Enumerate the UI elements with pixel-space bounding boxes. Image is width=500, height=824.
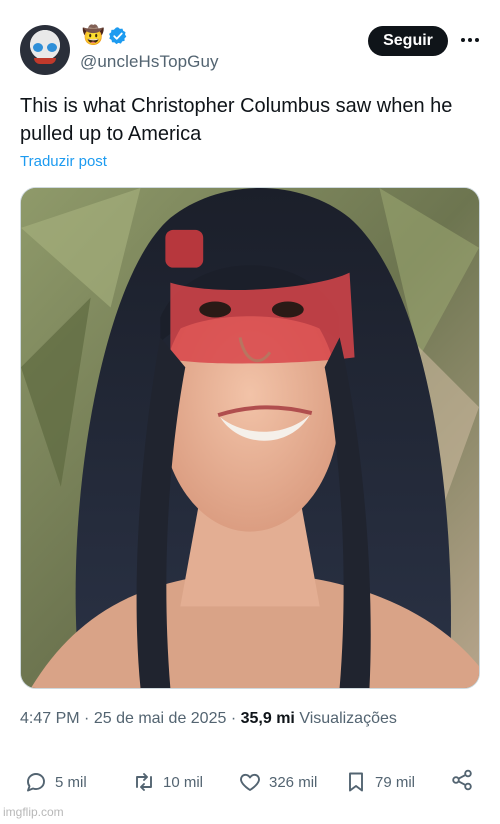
bookmark-button[interactable]: 79 mil: [344, 768, 415, 796]
post-header: 🤠 @uncleHsTopGuy Seguir: [0, 0, 500, 90]
repost-button[interactable]: 10 mil: [132, 768, 203, 796]
heart-icon: [240, 773, 260, 791]
reply-button[interactable]: 5 mil: [24, 768, 87, 796]
post-metadata: 4:47 PM · 25 de mai de 2025 · 35,9 mi Vi…: [20, 710, 397, 728]
post-photo[interactable]: [20, 187, 480, 689]
reply-icon: [27, 773, 45, 792]
post-date[interactable]: 25 de mai de 2025: [94, 710, 227, 727]
meta-separator: ·: [230, 710, 237, 727]
avatar[interactable]: [20, 25, 70, 75]
like-count: 326 mil: [269, 773, 318, 791]
repost-count: 10 mil: [163, 773, 204, 791]
avatar-eye: [47, 43, 57, 52]
views-count: 35,9 mi: [240, 710, 295, 727]
author-handle[interactable]: @uncleHsTopGuy: [80, 52, 219, 72]
reply-count: 5 mil: [55, 773, 87, 791]
share-icon[interactable]: [450, 768, 474, 792]
like-button[interactable]: 326 mil: [238, 768, 317, 796]
post-text: This is what Christopher Columbus saw wh…: [20, 95, 453, 145]
avatar-mouth: [34, 58, 56, 64]
action-bar: 5 mil 10 mil 326 mil 79 mil: [0, 760, 500, 804]
post-time[interactable]: 4:47 PM: [20, 710, 80, 727]
more-options-icon[interactable]: [458, 28, 482, 52]
translate-post-link[interactable]: Traduzir post: [20, 153, 107, 170]
bookmark-icon: [349, 772, 363, 792]
meta-separator: ·: [84, 710, 90, 727]
verified-badge-icon: [109, 27, 127, 45]
follow-button[interactable]: Seguir: [368, 26, 448, 56]
imgflip-watermark: imgflip.com: [3, 805, 64, 819]
more-dot: [468, 38, 472, 42]
author-badges: 🤠: [82, 24, 128, 48]
bookmark-count: 79 mil: [375, 773, 416, 791]
avatar-eye: [33, 43, 43, 52]
views-label: Visualizações: [299, 710, 397, 727]
repost-icon: [136, 773, 152, 791]
more-dot: [461, 38, 465, 42]
more-dot: [475, 38, 479, 42]
cowboy-emoji-icon: 🤠: [82, 25, 105, 46]
photo-image: [21, 188, 479, 688]
